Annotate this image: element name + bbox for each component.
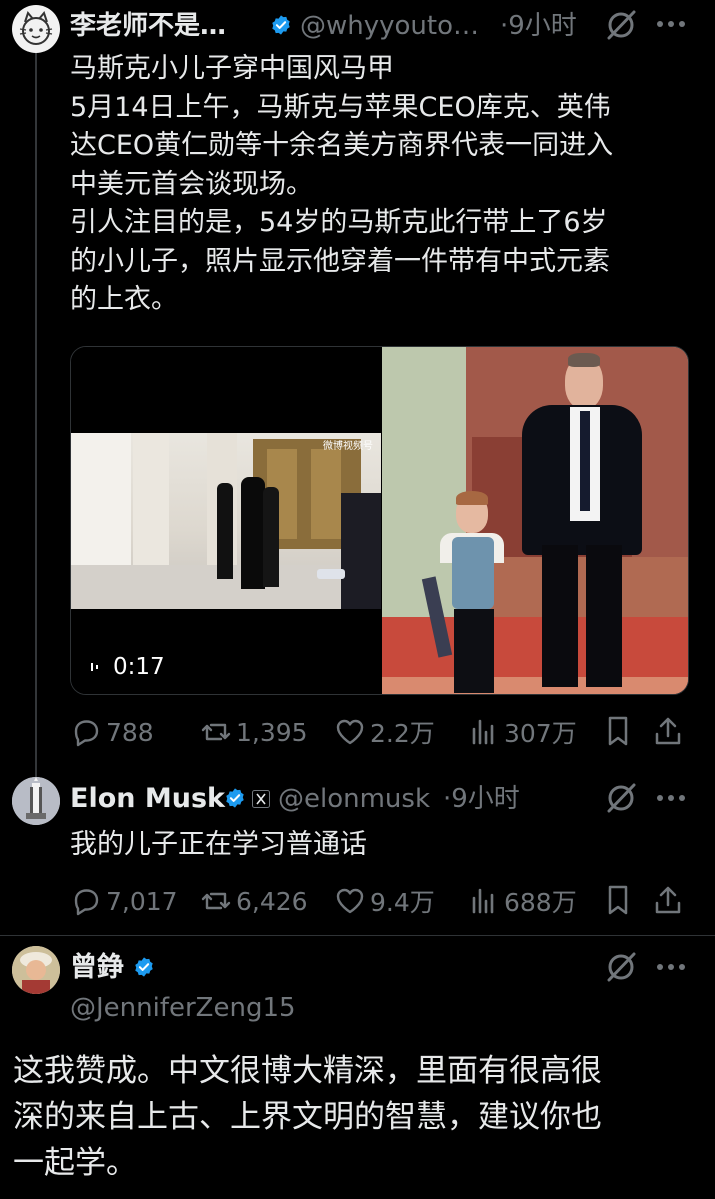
views-icon bbox=[472, 888, 494, 914]
reply-icon bbox=[74, 720, 99, 747]
post-line: 的上衣。 bbox=[70, 284, 178, 315]
post-body: 马斯克小儿子穿中国风马甲 5月14日上午，马斯克与苹果CEO库克、英伟 达CEO… bbox=[70, 50, 700, 320]
video-watermark: 微博视频号 bbox=[323, 441, 373, 452]
repost-count: 1,395 bbox=[236, 717, 308, 747]
bookmark-icon[interactable] bbox=[601, 883, 635, 917]
reply-icon bbox=[74, 889, 99, 916]
repost-icon bbox=[201, 892, 231, 910]
volume-icon bbox=[91, 663, 98, 671]
reply-count: 7,017 bbox=[106, 886, 178, 916]
author-handle[interactable]: @JenniferZeng15 bbox=[70, 990, 296, 1026]
grok-icon[interactable] bbox=[604, 781, 638, 815]
heart-icon bbox=[336, 719, 364, 745]
repost-count: 6,426 bbox=[236, 886, 308, 916]
post-line: 深的来自上古、上界文明的智慧，建议你也 bbox=[13, 1099, 602, 1135]
reply-count: 788 bbox=[106, 717, 154, 747]
post-line: 中美元首会谈现场。 bbox=[70, 168, 313, 200]
grok-icon[interactable] bbox=[604, 8, 638, 42]
post-line: 达CEO黄仁勋等十余名美方商界代表一同进入 bbox=[70, 130, 614, 161]
like-count: 2.2万 bbox=[370, 719, 435, 748]
share-icon[interactable] bbox=[651, 714, 685, 748]
share-icon[interactable] bbox=[651, 883, 685, 917]
post-line: 马斯克小儿子穿中国风马甲 bbox=[70, 53, 394, 84]
avatar[interactable] bbox=[12, 777, 60, 825]
views-button[interactable]: 307万 bbox=[468, 712, 577, 752]
video-frame: 微博视频号 bbox=[71, 433, 381, 609]
post-line: 5月14日上午，马斯克与苹果CEO库克、英伟 bbox=[70, 91, 611, 123]
post-line: 这我赞成。中文很博大精深，里面有很高很 bbox=[13, 1053, 602, 1089]
video-duration-label: 0:17 bbox=[113, 654, 165, 680]
more-options-icon[interactable] bbox=[654, 14, 688, 34]
post-line: 一起学。 bbox=[13, 1145, 137, 1181]
author-name[interactable]: Elon Musk bbox=[70, 781, 225, 817]
repost-icon bbox=[201, 723, 231, 741]
repost-button[interactable]: 6,426 bbox=[200, 881, 308, 921]
x-affiliation-icon bbox=[252, 790, 270, 808]
reply-button[interactable]: 788 bbox=[70, 712, 154, 752]
more-options-icon[interactable] bbox=[654, 788, 688, 808]
verified-badge-icon bbox=[135, 957, 153, 977]
thread-line bbox=[35, 52, 37, 777]
like-button[interactable]: 2.2万 bbox=[334, 712, 435, 752]
heart-icon bbox=[336, 888, 364, 914]
avatar[interactable] bbox=[12, 946, 60, 994]
like-button[interactable]: 9.4万 bbox=[334, 881, 435, 921]
author-name[interactable]: 曾錚 bbox=[70, 950, 124, 986]
post-body: 我的儿子正在学习普通话 bbox=[70, 829, 367, 860]
views-count: 688万 bbox=[504, 888, 577, 917]
post-body: 这我赞成。中文很博大精深，里面有很高很 深的来自上古、上界文明的智慧，建议你也 … bbox=[13, 1048, 703, 1186]
verified-badge-icon bbox=[272, 15, 290, 35]
author-handle[interactable]: @whyyouto… bbox=[300, 8, 479, 44]
post-line: 引人注目的是，54岁的马斯克此行带上了6岁 bbox=[70, 207, 608, 238]
action-bar: 788 1,395 2.2万 307万 bbox=[70, 712, 690, 752]
repost-button[interactable]: 1,395 bbox=[200, 712, 308, 752]
post-time[interactable]: ·9小时 bbox=[500, 8, 577, 44]
reply-button[interactable]: 7,017 bbox=[70, 881, 178, 921]
action-bar: 7,017 6,426 9.4万 688万 bbox=[70, 881, 690, 921]
verified-badge-icon bbox=[226, 788, 244, 808]
views-button[interactable]: 688万 bbox=[468, 881, 577, 921]
bookmark-icon[interactable] bbox=[601, 714, 635, 748]
views-count: 307万 bbox=[504, 719, 577, 748]
avatar[interactable] bbox=[12, 5, 60, 53]
media-grid: 微博视频号 0:17 bbox=[70, 346, 689, 695]
photo[interactable] bbox=[382, 347, 688, 694]
post-time[interactable]: ·9小时 bbox=[443, 781, 520, 817]
author-name[interactable]: 李老师不是… bbox=[70, 8, 226, 44]
video-duration: 0:17 bbox=[89, 653, 165, 681]
author-handle[interactable]: @elonmusk bbox=[278, 781, 430, 817]
like-count: 9.4万 bbox=[370, 888, 435, 917]
video-player[interactable]: 微博视频号 0:17 bbox=[71, 347, 381, 694]
views-icon bbox=[472, 719, 494, 745]
grok-icon[interactable] bbox=[604, 950, 638, 984]
divider bbox=[0, 935, 715, 936]
more-options-icon[interactable] bbox=[654, 957, 688, 977]
post-line: 的小儿子，照片显示他穿着一件带有中式元素 bbox=[70, 245, 610, 277]
